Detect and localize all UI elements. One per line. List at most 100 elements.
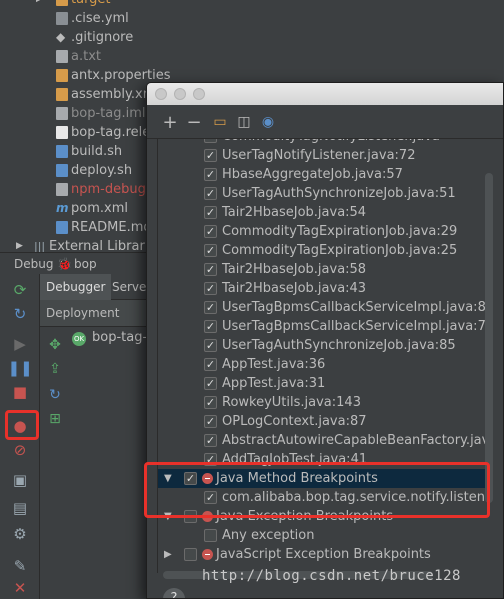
close-window-icon[interactable] [155, 88, 167, 100]
tree-item[interactable]: build.sh [0, 142, 146, 161]
line-breakpoint-item[interactable]: OPLogContext.java:87 [158, 412, 493, 431]
tree-item[interactable]: README.md [0, 218, 152, 237]
group-by-package-icon[interactable]: ▭ [211, 113, 229, 131]
stop-icon[interactable]: ■ [10, 382, 30, 402]
artifact-icon[interactable]: ⊞ [46, 410, 64, 428]
line-breakpoint-item[interactable]: Tair2HbaseJob.java:58 [158, 260, 493, 279]
expand-triangle-icon[interactable]: ▶ [36, 0, 43, 9]
deploy-icon[interactable]: ✥ [46, 336, 64, 354]
tree-item-label: a.txt [71, 49, 101, 64]
breakpoint-checkbox[interactable] [204, 139, 217, 143]
deployment-item[interactable]: bop-tag- [92, 330, 147, 345]
line-breakpoint-item[interactable]: AppTest.java:31 [158, 374, 493, 393]
breakpoint-checkbox[interactable] [204, 282, 217, 295]
expand-triangle-icon[interactable]: ▼ [164, 507, 172, 526]
line-breakpoint-item[interactable]: AddTagJobTest.java:41 [158, 450, 493, 469]
breakpoint-checkbox[interactable] [204, 320, 217, 333]
method-group-checkbox[interactable] [184, 472, 197, 485]
tree-item[interactable]: deploy.sh [0, 161, 146, 180]
tree-item[interactable]: assembly.xml [0, 85, 159, 104]
yml-file-icon [56, 12, 68, 25]
exception-breakpoint-item[interactable]: Any exception [158, 526, 493, 545]
tree-item[interactable]: a.txt [0, 47, 146, 66]
line-breakpoint-item[interactable]: Tair2HbaseJob.java:43 [158, 279, 493, 298]
shell-file-icon [56, 164, 68, 177]
tree-item[interactable]: .cise.yml [0, 9, 146, 28]
zoom-window-icon[interactable] [193, 88, 205, 100]
group-by-class-icon[interactable]: ◉ [259, 113, 277, 131]
method-breakpoint-item[interactable]: com.alibaba.bop.tag.service.notify.liste… [158, 488, 493, 507]
line-breakpoint-item[interactable]: UserTagAuthSynchronizeJob.java:85 [158, 336, 493, 355]
breakpoint-label: CommodityTagExpirationJob.java:29 [222, 224, 458, 239]
breakpoint-checkbox[interactable] [204, 358, 217, 371]
line-breakpoint-item[interactable]: HbaseAggregateJob.java:57 [158, 165, 493, 184]
pause-icon[interactable]: ❚❚ [7, 358, 32, 378]
tree-item[interactable]: m pom.xml [0, 199, 146, 218]
update-icon[interactable]: ↻ [10, 304, 30, 324]
vertical-scrollbar[interactable] [485, 173, 493, 503]
expand-triangle-icon[interactable]: ▶ [164, 545, 172, 564]
breakpoint-checkbox[interactable] [204, 301, 217, 314]
line-breakpoint-item[interactable]: CommodityTagExpirationJob.java:29 [158, 222, 493, 241]
line-breakpoint-item[interactable]: UserTagNotifyListener.java:72 [158, 146, 493, 165]
pin-icon[interactable]: ✎ [10, 556, 30, 576]
line-breakpoint-item[interactable]: Tair2HbaseJob.java:54 [158, 203, 493, 222]
breakpoint-checkbox[interactable] [204, 453, 217, 466]
deployment-header: Deployment [40, 300, 150, 327]
help-button[interactable]: ? [163, 588, 185, 598]
tab-debugger[interactable]: Debugger [40, 274, 112, 300]
exception-group-checkbox[interactable] [184, 510, 197, 523]
breakpoint-checkbox[interactable] [204, 168, 217, 181]
redeploy-icon[interactable]: ⇪ [46, 360, 64, 378]
tree-item-label: .gitignore [71, 30, 134, 45]
layout-icon[interactable]: ▤ [10, 498, 30, 518]
line-breakpoint-item[interactable]: AbstractAutowireCapableBeanFactory.java [158, 431, 493, 450]
rerun-icon[interactable]: ⟳ [10, 280, 30, 300]
line-breakpoint-item[interactable]: CommodityTagExpirationJob.java:25 [158, 241, 493, 260]
method-breakpoints-group[interactable]: ▼ Java Method Breakpoints [158, 469, 493, 488]
tree-item-label: deploy.sh [71, 163, 133, 178]
expand-triangle-icon[interactable]: ▼ [164, 469, 172, 488]
tree-item[interactable]: ▶ target [0, 0, 146, 9]
resume-icon[interactable]: ▶ [10, 334, 30, 354]
mute-breakpoints-icon[interactable]: ⊘ [10, 440, 30, 460]
breakpoint-checkbox[interactable] [204, 263, 217, 276]
tree-item[interactable]: npm-debug. [0, 180, 150, 199]
breakpoint-checkbox[interactable] [204, 339, 217, 352]
refresh-icon[interactable]: ↻ [46, 386, 64, 404]
minimize-window-icon[interactable] [174, 88, 186, 100]
breakpoint-checkbox[interactable] [204, 434, 217, 447]
js-group-checkbox[interactable] [184, 548, 197, 561]
breakpoint-checkbox[interactable] [204, 225, 217, 238]
breakpoint-checkbox[interactable] [204, 415, 217, 428]
settings-icon[interactable]: ⚙ [10, 524, 30, 544]
breakpoint-checkbox[interactable] [204, 396, 217, 409]
line-breakpoint-item[interactable]: UserTagAuthSynchronizeJob.java:51 [158, 184, 493, 203]
breakpoint-checkbox[interactable] [204, 187, 217, 200]
camera-icon[interactable]: ▣ [10, 470, 30, 490]
view-breakpoints-icon[interactable]: ● [10, 416, 30, 436]
close-icon[interactable]: ✕ [10, 578, 30, 598]
breakpoint-checkbox[interactable] [204, 377, 217, 390]
method-item-checkbox[interactable] [204, 491, 217, 504]
exception-item-checkbox[interactable] [204, 529, 217, 542]
add-button[interactable]: + [161, 112, 179, 133]
exception-breakpoints-group[interactable]: ▼ Java Exception Breakpoints [158, 507, 493, 526]
breakpoint-checkbox[interactable] [204, 206, 217, 219]
tree-item[interactable]: ◆ .gitignore [0, 28, 146, 47]
tree-item-label: pom.xml [71, 201, 128, 216]
tree-item[interactable]: bop-tag.rele [0, 123, 150, 142]
breakpoint-checkbox[interactable] [204, 149, 217, 162]
line-breakpoint-item[interactable]: UserTagBpmsCallbackServiceImpl.java:88 [158, 298, 493, 317]
exception-group-label: Java Exception Breakpoints [216, 509, 394, 524]
tree-item[interactable]: antx.properties [0, 66, 170, 85]
breakpoint-checkbox[interactable] [204, 244, 217, 257]
js-exception-breakpoints-group[interactable]: ▶ JavaScript Exception Breakpoints [158, 545, 493, 564]
remove-button[interactable]: − [185, 112, 203, 133]
line-breakpoint-item[interactable]: UserTagBpmsCallbackServiceImpl.java:73 [158, 317, 493, 336]
tree-item[interactable]: bop-tag.iml [0, 104, 146, 123]
run-config-label[interactable]: bop [74, 257, 97, 271]
line-breakpoint-item[interactable]: RowkeyUtils.java:143 [158, 393, 493, 412]
line-breakpoint-item[interactable]: AppTest.java:36 [158, 355, 493, 374]
group-by-file-icon[interactable]: ◫ [235, 113, 253, 131]
